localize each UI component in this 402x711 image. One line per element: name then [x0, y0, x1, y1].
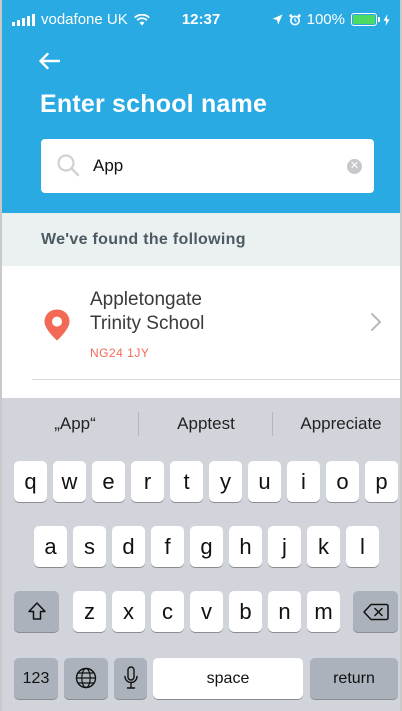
result-item[interactable]: Appletongate Trinity School NG24 1JY — [2, 266, 400, 380]
key-l[interactable]: l — [346, 526, 379, 567]
suggestion-1[interactable]: „App“ — [20, 414, 130, 434]
suggestion-divider — [272, 412, 273, 436]
key-r[interactable]: r — [131, 461, 164, 502]
suggestion-3[interactable]: Appreciate — [282, 414, 400, 434]
return-key[interactable]: return — [310, 658, 398, 699]
delete-key[interactable] — [353, 591, 398, 632]
keyboard: „App“ Apptest Appreciate q w e r t y u i… — [2, 398, 400, 711]
backspace-icon — [362, 603, 389, 621]
key-y[interactable]: y — [209, 461, 242, 502]
chevron-right-icon — [371, 313, 382, 331]
page-title: Enter school name — [40, 90, 268, 118]
school-postcode: NG24 1JY — [90, 346, 150, 360]
key-p[interactable]: p — [365, 461, 398, 502]
key-d[interactable]: d — [112, 526, 145, 567]
school-name: Appletongate Trinity School — [90, 289, 205, 334]
battery-percent: 100% — [306, 11, 345, 28]
key-w[interactable]: w — [53, 461, 86, 502]
alarm-icon — [288, 13, 301, 25]
key-h[interactable]: h — [229, 526, 262, 567]
location-arrow-icon — [272, 14, 283, 25]
battery-icon — [351, 13, 380, 26]
suggestion-divider — [138, 412, 139, 436]
shift-key[interactable] — [14, 591, 59, 632]
key-n[interactable]: n — [268, 591, 301, 632]
back-arrow-icon — [39, 52, 60, 70]
key-v[interactable]: v — [190, 591, 223, 632]
key-c[interactable]: c — [151, 591, 184, 632]
key-g[interactable]: g — [190, 526, 223, 567]
suggestion-bar: „App“ Apptest Appreciate — [2, 398, 400, 450]
location-pin-icon — [44, 309, 70, 341]
globe-key[interactable] — [64, 658, 108, 699]
key-a[interactable]: a — [34, 526, 67, 567]
key-s[interactable]: s — [73, 526, 106, 567]
suggestion-2[interactable]: Apptest — [150, 414, 262, 434]
search-icon — [57, 154, 80, 177]
app-screen: vodafone UK 12:37 100% Enter school name… — [0, 0, 402, 711]
key-m[interactable]: m — [307, 591, 340, 632]
microphone-key[interactable] — [114, 658, 147, 699]
search-field[interactable]: ✕ — [41, 139, 374, 193]
divider — [32, 379, 400, 380]
results-heading-bar: We've found the following — [2, 213, 400, 266]
key-k[interactable]: k — [307, 526, 340, 567]
key-o[interactable]: o — [326, 461, 359, 502]
numbers-key[interactable]: 123 — [14, 658, 58, 699]
results-heading: We've found the following — [41, 231, 246, 248]
globe-icon — [75, 667, 97, 689]
charging-icon — [383, 13, 390, 26]
key-j[interactable]: j — [268, 526, 301, 567]
microphone-icon — [123, 666, 138, 689]
key-t[interactable]: t — [170, 461, 203, 502]
key-u[interactable]: u — [248, 461, 281, 502]
back-button[interactable] — [38, 50, 64, 72]
space-key[interactable]: space — [153, 658, 303, 699]
key-x[interactable]: x — [112, 591, 145, 632]
key-f[interactable]: f — [151, 526, 184, 567]
search-input[interactable] — [93, 152, 333, 180]
status-right: 100% — [272, 11, 390, 28]
status-bar: vodafone UK 12:37 100% — [2, 0, 400, 40]
header: vodafone UK 12:37 100% Enter school name… — [2, 0, 400, 213]
key-i[interactable]: i — [287, 461, 320, 502]
clear-icon[interactable]: ✕ — [347, 159, 362, 174]
shift-icon — [27, 602, 46, 620]
key-e[interactable]: e — [92, 461, 125, 502]
key-q[interactable]: q — [14, 461, 47, 502]
key-b[interactable]: b — [229, 591, 262, 632]
key-z[interactable]: z — [73, 591, 106, 632]
